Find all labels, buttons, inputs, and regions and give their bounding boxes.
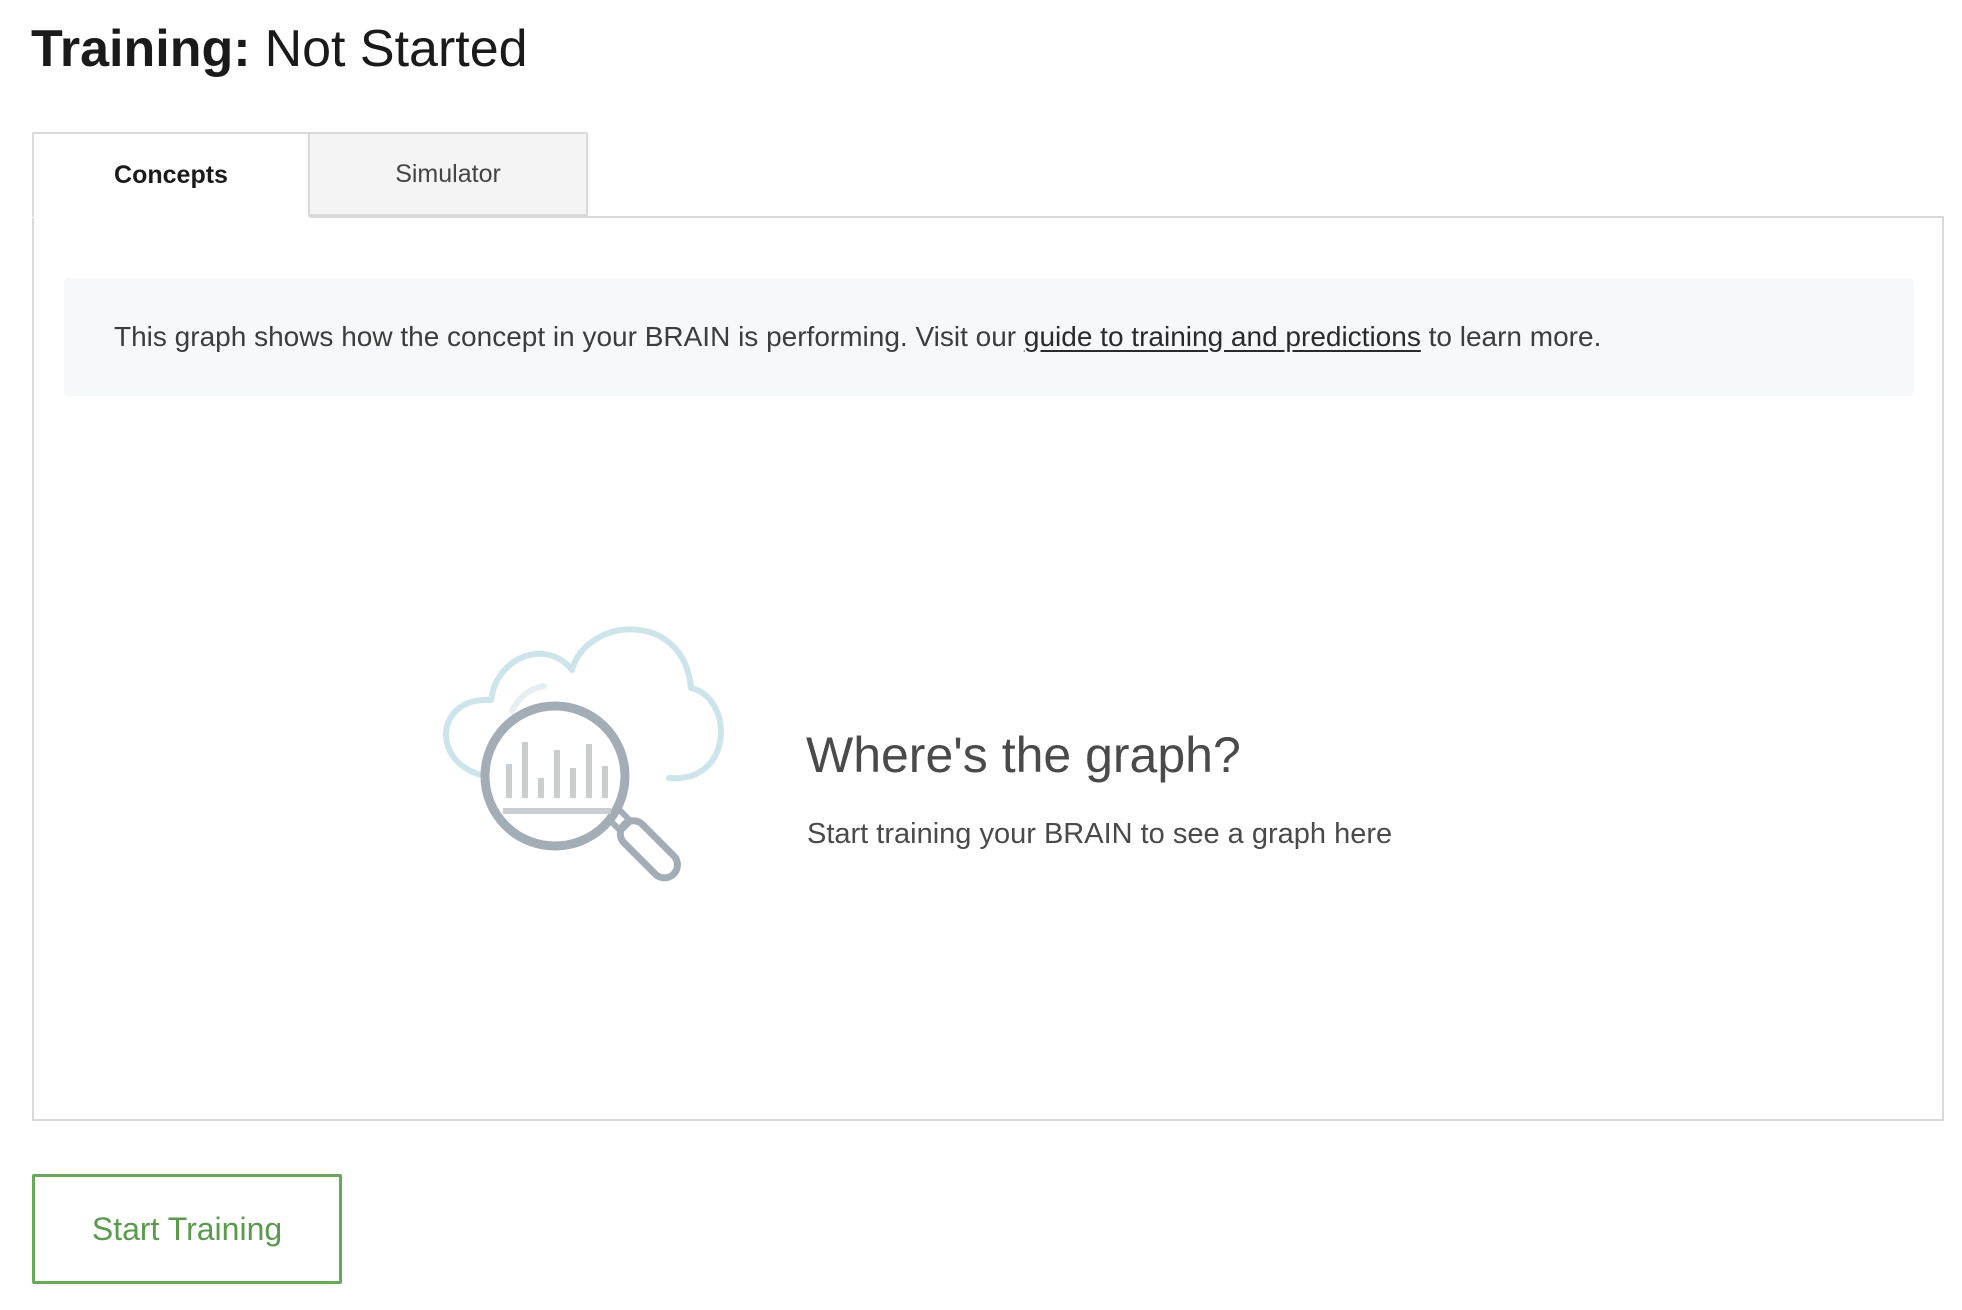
- info-text-after: to learn more.: [1420, 321, 1602, 352]
- empty-state-title: Where's the graph?: [806, 727, 1241, 783]
- tab-concepts-label: Concepts: [114, 160, 228, 189]
- training-status: Not Started: [264, 20, 528, 78]
- start-training-button[interactable]: Start Training: [32, 1174, 342, 1284]
- tab-simulator-label: Simulator: [395, 159, 501, 188]
- tab-concepts[interactable]: Concepts: [32, 132, 310, 218]
- tab-bar: Concepts Simulator: [32, 132, 588, 218]
- cloud-magnifier-chart-icon: [443, 626, 724, 882]
- info-banner: This graph shows how the concept in your…: [64, 278, 1914, 396]
- empty-state-subtitle: Start training your BRAIN to see a graph…: [807, 818, 1393, 850]
- page-title: Training: Not Started: [31, 14, 528, 84]
- guide-link[interactable]: guide to training and predictions: [1024, 321, 1421, 353]
- training-page: Training: Not Started Concepts Simulator …: [0, 0, 1962, 1310]
- concepts-panel: This graph shows how the concept in your…: [32, 216, 1944, 1121]
- tab-simulator[interactable]: Simulator: [310, 132, 588, 216]
- info-text-before: This graph shows how the concept in your…: [114, 321, 1024, 352]
- page-title-label: Training:: [31, 20, 251, 78]
